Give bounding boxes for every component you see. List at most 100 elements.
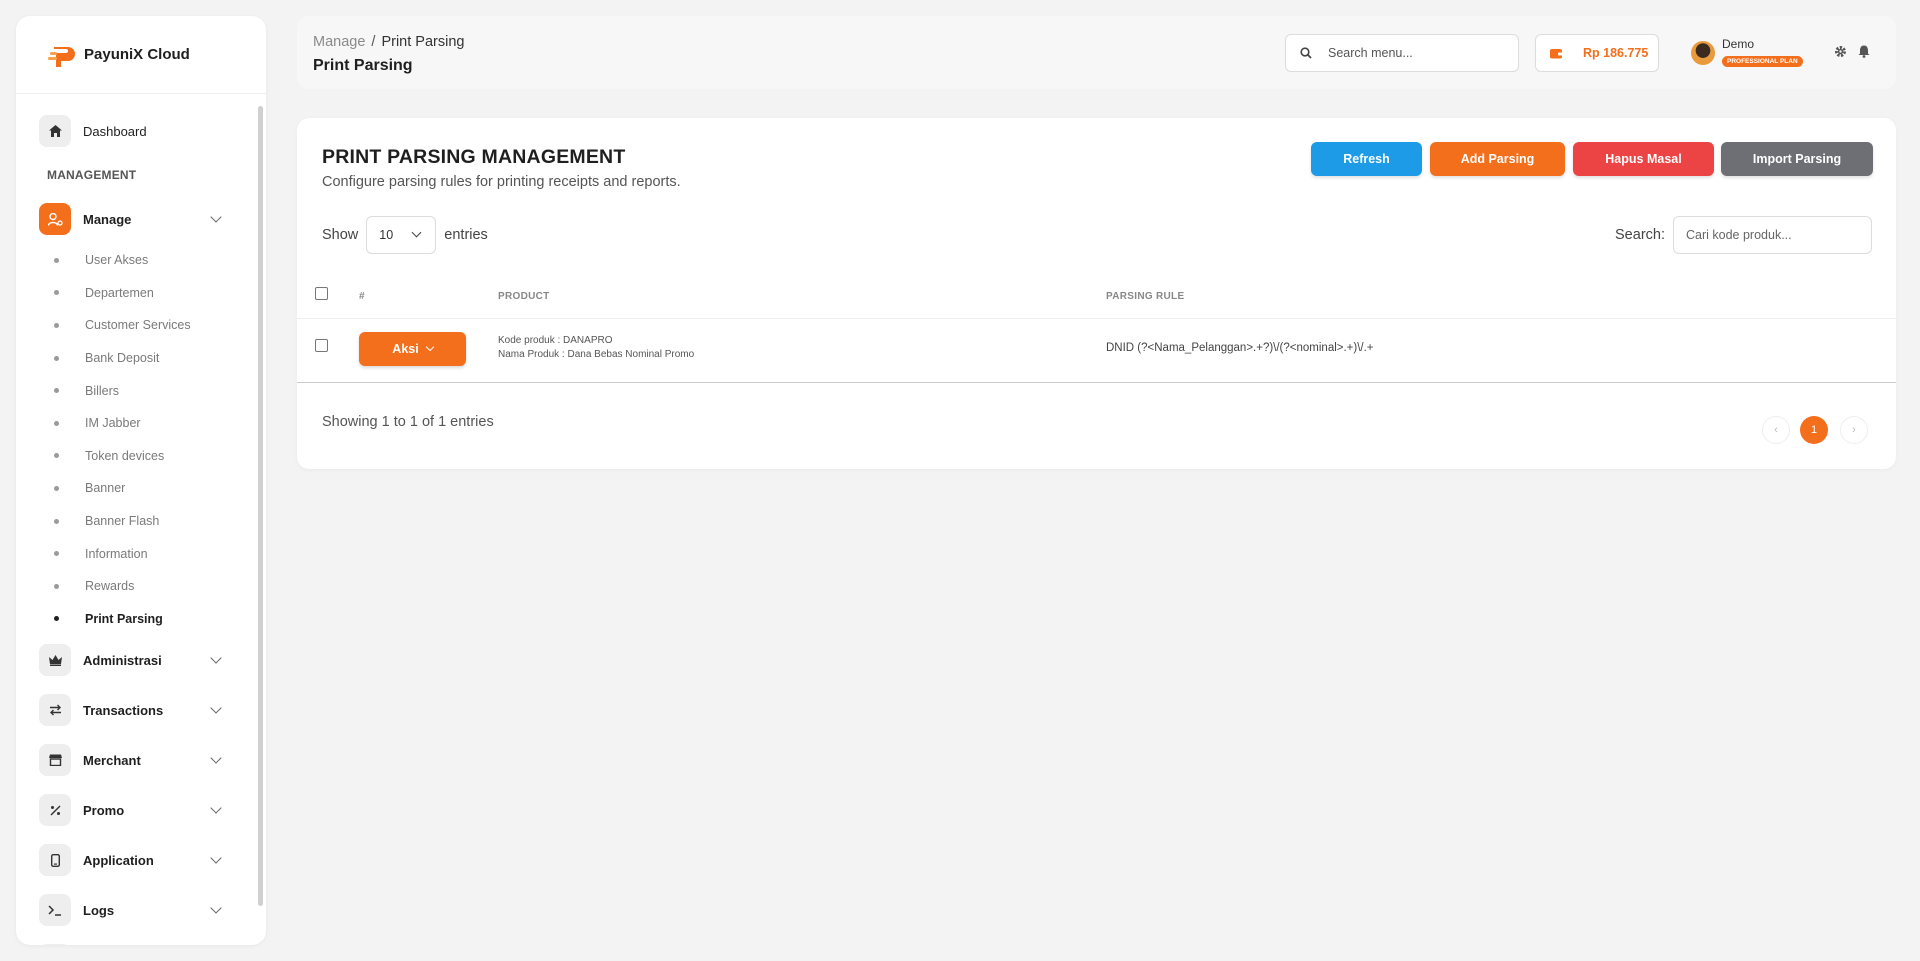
column-header-product[interactable]: PRODUCT (498, 291, 550, 302)
sidebar-item-label: Manage (83, 211, 132, 227)
refresh-button[interactable]: Refresh (1311, 142, 1422, 176)
parsing-rule-cell: DNID (?<Nama_Pelanggan>.+?)\/(?<nominal>… (1106, 342, 1374, 354)
sidebar-subitem-im-jabber[interactable]: IM Jabber (16, 407, 266, 440)
sidebar-item-merchant[interactable]: Merchant (16, 735, 266, 785)
sidebar-item-administrasi[interactable]: Administrasi (16, 635, 266, 685)
row-checkbox[interactable] (315, 339, 328, 352)
home-icon (39, 115, 71, 147)
sidebar-subitem-label: Billers (85, 383, 120, 398)
user-menu[interactable]: Demo PROFESSIONAL PLAN (1691, 38, 1803, 68)
pagination-next[interactable]: › (1840, 416, 1868, 444)
brand-logo-icon (48, 41, 78, 69)
avatar (1691, 41, 1715, 65)
select-all-checkbox[interactable] (315, 287, 328, 300)
terminal-icon (39, 894, 71, 927)
pagination-prev[interactable]: ‹ (1762, 416, 1790, 444)
sidebar-subitem-label: Departemen (85, 285, 154, 300)
sidebar-subitem-customer-services[interactable]: Customer Services (16, 309, 266, 342)
gear-icon[interactable] (1834, 45, 1847, 61)
table-bottom-divider (297, 382, 1896, 383)
add-parsing-button[interactable]: Add Parsing (1430, 142, 1565, 176)
wallet-icon (1550, 48, 1563, 58)
sidebar-item-more[interactable] (16, 935, 266, 945)
sidebar-subitem-information[interactable]: Information (16, 537, 266, 570)
table-header-divider (297, 318, 1896, 319)
sidebar-subitem-banner-flash[interactable]: Banner Flash (16, 505, 266, 538)
chevron-down-icon (411, 227, 422, 238)
sidebar-subitem-rewards[interactable]: Rewards (16, 570, 266, 603)
chevron-down-icon (210, 652, 222, 664)
bell-icon[interactable] (1858, 45, 1870, 61)
sidebar-subitem-user-akses[interactable]: User Akses (16, 244, 266, 277)
row-action-button[interactable]: Aksi (359, 332, 466, 366)
crown-icon (39, 644, 71, 677)
sidebar-subitem-print-parsing[interactable]: Print Parsing (16, 603, 266, 636)
card-title: PRINT PARSING MANAGEMENT (322, 146, 626, 168)
sidebar-subitem-label: Information (85, 546, 148, 561)
chevron-down-icon (210, 902, 222, 914)
card-subtitle: Configure parsing rules for printing rec… (322, 174, 681, 190)
sidebar-item-label: Application (83, 852, 154, 868)
bullet-icon (54, 583, 59, 589)
sidebar-item-promo[interactable]: Promo (16, 785, 266, 835)
table-search: Search: (1615, 216, 1872, 254)
product-name: Nama Produk : Dana Bebas Nominal Promo (498, 349, 695, 360)
bullet-icon (54, 420, 59, 426)
sidebar-subitem-label: Bank Deposit (85, 351, 160, 366)
sidebar-subitem-banner[interactable]: Banner (16, 472, 266, 505)
sidebar-scrollbar[interactable] (258, 106, 263, 906)
sidebar-item-dashboard[interactable]: Dashboard (16, 106, 266, 156)
sidebar-item-label: Dashboard (83, 123, 147, 139)
chevron-down-icon (210, 852, 222, 864)
page-length-select[interactable]: 10 (366, 216, 437, 254)
sidebar-subitem-token-devices[interactable]: Token devices (16, 440, 266, 473)
row-action-label: Aksi (392, 342, 419, 356)
import-parsing-button[interactable]: Import Parsing (1721, 142, 1873, 176)
search-input[interactable] (1328, 46, 1498, 60)
bulk-delete-button[interactable]: Hapus Masal (1573, 142, 1714, 176)
breadcrumb-parent[interactable]: Manage (313, 34, 365, 50)
chevron-down-icon (210, 211, 222, 223)
brand[interactable]: PayuniX Cloud (16, 16, 266, 94)
sidebar-item-logs[interactable]: Logs (16, 885, 266, 935)
sidebar-subitem-bank-deposit[interactable]: Bank Deposit (16, 342, 266, 375)
menu-search[interactable] (1285, 34, 1519, 72)
column-header-num: # (359, 291, 365, 302)
bullet-icon (54, 453, 59, 459)
sidebar-subitem-label: IM Jabber (85, 416, 141, 431)
user-name: Demo (1722, 37, 1755, 51)
sidebar-item-manage[interactable]: Manage (16, 194, 266, 244)
percent-icon (39, 794, 71, 827)
sidebar-subitem-label: Banner Flash (85, 514, 160, 529)
wallet-balance[interactable]: Rp 186.775 (1535, 34, 1659, 72)
sidebar-subitem-billers[interactable]: Billers (16, 374, 266, 407)
sidebar-item-application[interactable]: Application (16, 835, 266, 885)
mobile-icon (39, 844, 71, 877)
sidebar-item-label: Administrasi (83, 652, 162, 668)
sidebar-subitem-departemen[interactable]: Departemen (16, 277, 266, 310)
balance-amount: Rp 186.775 (1583, 46, 1649, 60)
brand-name: PayuniX Cloud (84, 46, 190, 63)
product-search-input[interactable] (1673, 216, 1872, 254)
bullet-icon (54, 616, 59, 622)
bullet-icon (54, 388, 59, 394)
sidebar-subitem-label: User Akses (85, 253, 149, 268)
pagination-page-1[interactable]: 1 (1800, 416, 1828, 444)
chevron-down-icon (210, 802, 222, 814)
chevron-down-icon (425, 342, 434, 352)
breadcrumb-current: Print Parsing (381, 34, 465, 50)
bullet-icon (54, 257, 59, 263)
sidebar-item-transactions[interactable]: Transactions (16, 685, 266, 735)
show-label: Show (322, 227, 359, 243)
sidebar-subitem-label: Banner (85, 481, 126, 496)
bullet-icon (54, 485, 59, 491)
chevron-down-icon (210, 752, 222, 764)
entries-label: entries (444, 227, 488, 243)
section-title: MANAGEMENT (47, 168, 137, 182)
bullet-icon (54, 551, 59, 557)
sidebar-item-label: Promo (83, 802, 125, 818)
bullet-icon (54, 355, 59, 361)
chevron-down-icon (210, 702, 222, 714)
column-header-parsing-rule[interactable]: PARSING RULE (1106, 291, 1184, 302)
page-length-value: 10 (379, 228, 394, 242)
